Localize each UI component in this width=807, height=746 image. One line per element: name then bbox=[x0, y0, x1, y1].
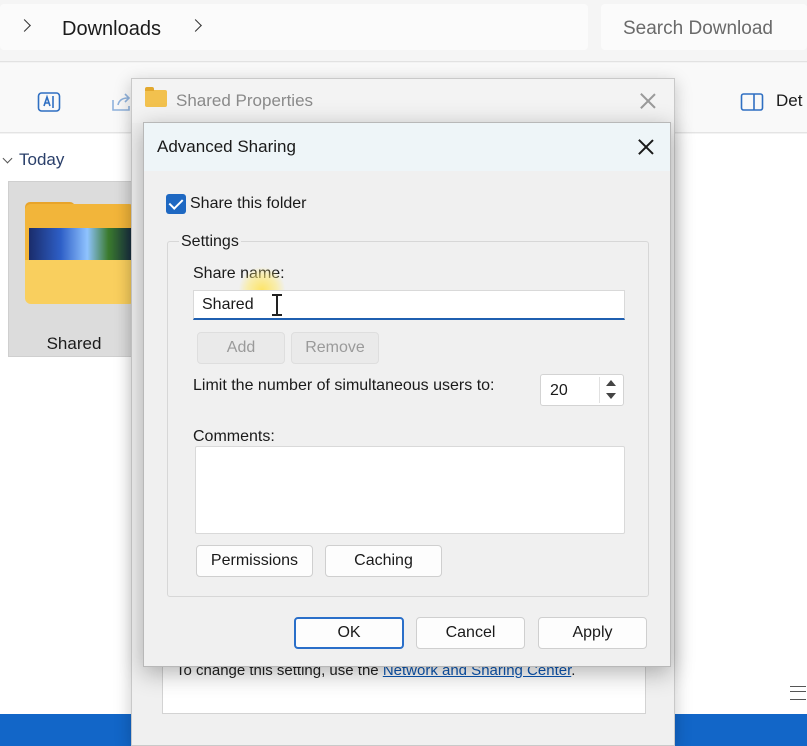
settings-legend: Settings bbox=[179, 233, 241, 251]
comments-label: Comments: bbox=[193, 428, 275, 445]
remove-button[interactable]: Remove bbox=[291, 332, 379, 364]
dialog-title: Advanced Sharing bbox=[157, 137, 296, 156]
share-name-label: Share name: bbox=[193, 265, 285, 282]
advanced-sharing-titlebar: Advanced Sharing bbox=[144, 123, 670, 171]
spin-up-icon[interactable] bbox=[600, 377, 622, 390]
details-pane-icon[interactable] bbox=[740, 91, 764, 113]
chevron-right-icon[interactable] bbox=[189, 19, 202, 32]
share-name-input[interactable] bbox=[193, 290, 625, 320]
close-icon[interactable] bbox=[636, 89, 660, 113]
breadcrumb-item-downloads[interactable]: Downloads bbox=[62, 18, 161, 41]
share-folder-checkbox[interactable] bbox=[166, 194, 186, 214]
permissions-button[interactable]: Permissions bbox=[196, 545, 313, 577]
properties-titlebar: Shared Properties bbox=[132, 79, 674, 123]
folder-preview-thumbnail bbox=[29, 228, 135, 262]
spin-down-icon[interactable] bbox=[600, 390, 622, 403]
folder-icon bbox=[145, 87, 167, 107]
share-folder-label[interactable]: Share this folder bbox=[190, 195, 307, 213]
breadcrumb[interactable]: Downloads bbox=[0, 4, 588, 50]
address-bar: Downloads Search Download bbox=[0, 0, 807, 62]
folder-item-shared[interactable]: Shared bbox=[8, 181, 138, 357]
group-header-today[interactable]: Today bbox=[19, 150, 64, 170]
rename-icon[interactable] bbox=[37, 91, 61, 113]
user-limit-stepper[interactable]: 20 bbox=[540, 374, 624, 406]
add-button[interactable]: Add bbox=[197, 332, 285, 364]
close-icon[interactable] bbox=[632, 133, 660, 161]
advanced-sharing-dialog: Advanced Sharing Share this folder Setti… bbox=[143, 122, 671, 667]
properties-title: Shared Properties bbox=[176, 91, 314, 110]
search-input[interactable]: Search Download bbox=[601, 4, 807, 50]
hamburger-menu-icon[interactable] bbox=[790, 686, 806, 700]
folder-name: Shared bbox=[46, 334, 102, 353]
ok-button[interactable]: OK bbox=[294, 617, 404, 649]
apply-button[interactable]: Apply bbox=[538, 617, 647, 649]
details-button-label[interactable]: Det bbox=[776, 91, 802, 111]
user-limit-label: Limit the number of simultaneous users t… bbox=[193, 377, 495, 394]
cancel-button[interactable]: Cancel bbox=[416, 617, 525, 649]
chevron-down-icon[interactable] bbox=[2, 153, 13, 164]
search-placeholder: Search Download bbox=[623, 18, 773, 39]
caching-button[interactable]: Caching bbox=[325, 545, 442, 577]
user-limit-value: 20 bbox=[550, 382, 568, 399]
chevron-right-icon[interactable] bbox=[18, 19, 31, 32]
comments-field[interactable] bbox=[195, 446, 625, 534]
